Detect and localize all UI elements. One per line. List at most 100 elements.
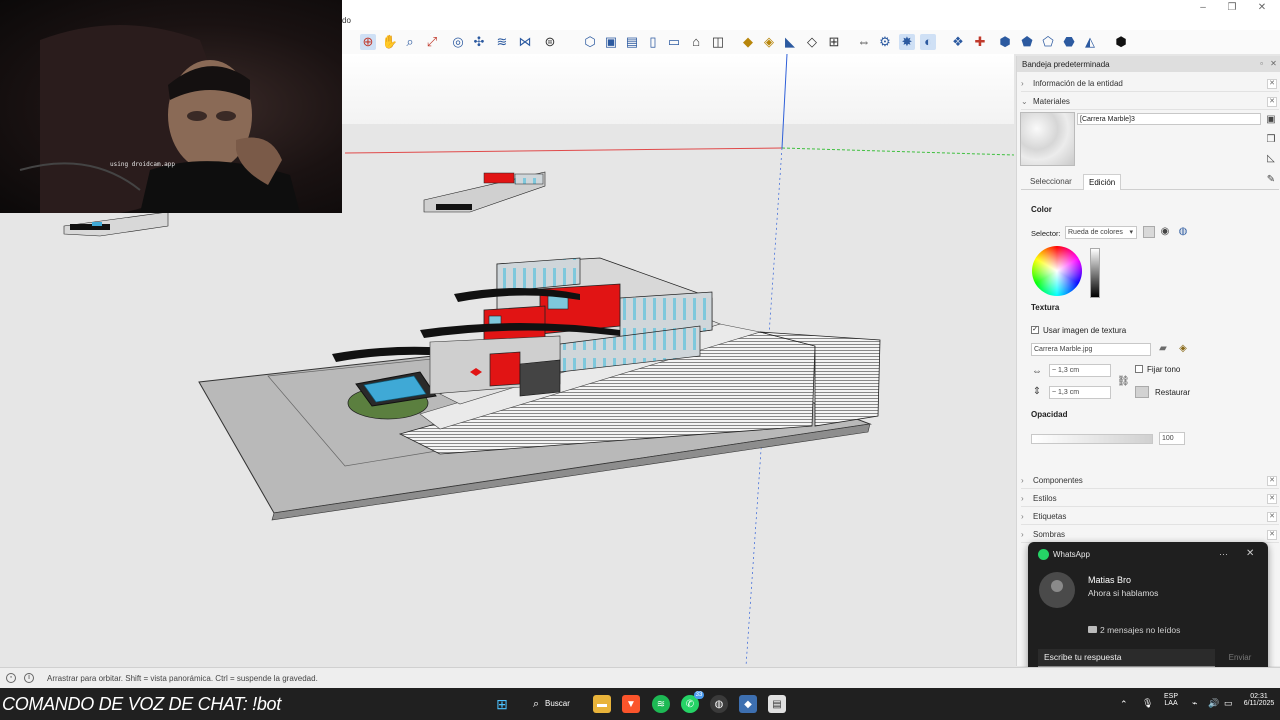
walk-icon[interactable]: ◇ bbox=[804, 34, 820, 50]
texture-width-field[interactable]: ~ 1,3 cm bbox=[1049, 364, 1111, 377]
create-material-icon[interactable]: ❒ bbox=[1265, 134, 1277, 146]
close-icon[interactable]: ✕ bbox=[1267, 511, 1277, 522]
position-camera-icon[interactable]: ⇔ bbox=[856, 34, 872, 50]
look-around-icon[interactable]: ⊞ bbox=[826, 34, 842, 50]
color-picker-select[interactable]: Rueda de colores ▾ bbox=[1065, 226, 1137, 239]
extension-warehouse-icon[interactable]: ✸ bbox=[899, 34, 915, 50]
brave-browser-icon[interactable]: ▼ bbox=[622, 695, 640, 713]
reply-input[interactable]: Escribe tu respuesta bbox=[1038, 649, 1215, 667]
tags-section[interactable]: › Etiquetas ✕ bbox=[1021, 509, 1279, 525]
edit-texture-icon[interactable]: ◈ bbox=[1177, 343, 1189, 355]
spotify-icon[interactable]: ≋ bbox=[652, 695, 670, 713]
entity-info-section[interactable]: › Información de la entidad ✕ bbox=[1021, 76, 1279, 92]
use-texture-checkbox[interactable]: ✓ bbox=[1031, 326, 1039, 334]
link-aspect-icon[interactable]: ⛓ bbox=[1117, 376, 1130, 388]
entity-info-label: Información de la entidad bbox=[1033, 79, 1123, 88]
zoom-extents-icon[interactable]: ⤢ bbox=[424, 34, 440, 50]
warehouse-icon[interactable]: ⊜ bbox=[542, 34, 558, 50]
file-explorer-icon[interactable]: ▬ bbox=[593, 695, 611, 713]
sample-paint-icon[interactable]: ◺ bbox=[1265, 153, 1277, 165]
minimize-icon[interactable]: – bbox=[1188, 0, 1218, 14]
protractor-icon[interactable]: ◣ bbox=[782, 34, 798, 50]
pin-icon[interactable]: ▫ bbox=[1257, 59, 1266, 68]
opacity-value-field[interactable]: 100 bbox=[1159, 432, 1185, 445]
components-section[interactable]: › Componentes ✕ bbox=[1021, 473, 1279, 489]
dynamic-component-icon[interactable]: ❖ bbox=[950, 34, 966, 50]
paint-bucket-icon[interactable]: ◆ bbox=[740, 34, 756, 50]
material-name-field[interactable]: [Carrera Marble]3 bbox=[1077, 113, 1261, 125]
ruby-icon[interactable]: ◐ bbox=[920, 34, 936, 50]
follow-me-icon[interactable]: ⬟ bbox=[1019, 34, 1035, 50]
restore-icon[interactable]: ❐ bbox=[1217, 0, 1247, 14]
layers-icon[interactable]: ≋ bbox=[494, 34, 510, 50]
pan-icon[interactable]: ✋ bbox=[382, 34, 398, 50]
close-icon[interactable]: ✕ bbox=[1267, 493, 1277, 504]
tape-measure-icon[interactable]: ◈ bbox=[761, 34, 777, 50]
push-pull-icon[interactable]: ⬢ bbox=[997, 34, 1013, 50]
extension-icon[interactable]: ⚙ bbox=[877, 34, 893, 50]
scale-icon[interactable]: ✚ bbox=[972, 34, 988, 50]
language-indicator[interactable]: ESP LAA bbox=[1164, 693, 1178, 707]
zoom-icon[interactable]: ⌕ bbox=[402, 34, 418, 50]
microphone-icon[interactable]: 🎙 bbox=[1142, 698, 1153, 709]
match-screen-color-icon[interactable]: ◍ bbox=[1177, 226, 1189, 238]
close-icon[interactable]: ✕ bbox=[1267, 475, 1277, 486]
message-preview: Ahora si hablamos bbox=[1088, 588, 1159, 598]
close-icon[interactable]: ✕ bbox=[1267, 529, 1277, 540]
sketchup-logo-icon[interactable]: ⬢ bbox=[1113, 34, 1129, 50]
color-wheel[interactable] bbox=[1032, 246, 1082, 296]
geolocation-icon[interactable]: ◦ bbox=[6, 673, 16, 683]
view-left-icon[interactable]: ⌂ bbox=[688, 34, 704, 50]
notepad-icon[interactable]: ▤ bbox=[768, 695, 786, 713]
opacity-slider[interactable] bbox=[1031, 434, 1153, 444]
view-iso-icon[interactable]: ⬡ bbox=[582, 34, 598, 50]
obs-icon[interactable]: ◍ bbox=[710, 695, 728, 713]
materials-section[interactable]: ⌄ Materiales ✕ bbox=[1021, 94, 1279, 110]
current-color-swatch[interactable] bbox=[1143, 226, 1155, 238]
shadows-section[interactable]: › Sombras ✕ bbox=[1021, 527, 1279, 543]
view-front-icon[interactable]: ▤ bbox=[624, 34, 640, 50]
menu-fragment[interactable]: do bbox=[342, 16, 351, 25]
close-icon[interactable]: ✕ bbox=[1247, 0, 1277, 14]
browse-folder-icon[interactable]: ▰ bbox=[1157, 343, 1169, 355]
rotate-icon[interactable]: ◭ bbox=[1082, 34, 1098, 50]
network-icon[interactable]: ⌁ bbox=[1192, 698, 1197, 709]
battery-icon[interactable]: ▭ bbox=[1224, 698, 1233, 709]
search-button[interactable]: Buscar bbox=[525, 694, 581, 714]
section-plane-icon[interactable]: ◫ bbox=[710, 34, 726, 50]
info-icon[interactable]: i bbox=[24, 673, 34, 683]
main-toolbar: ⊕ ✋ ⌕ ⤢ ◎ ✣ ≋ ⋈ ⊜ ⬡ ▣ ▤ ▯ ▭ ⌂ ◫ ◆ ◈ ◣ ◇ … bbox=[340, 30, 1280, 54]
more-options-icon[interactable]: ··· bbox=[1219, 549, 1228, 559]
component-icon[interactable]: ◎ bbox=[450, 34, 466, 50]
orbit-icon[interactable]: ⊕ bbox=[360, 34, 376, 50]
sandbox-icon[interactable]: ⋈ bbox=[517, 34, 533, 50]
move-icon[interactable]: ⬣ bbox=[1061, 34, 1077, 50]
close-icon[interactable]: ✕ bbox=[1267, 78, 1277, 89]
close-icon[interactable]: ✕ bbox=[1267, 96, 1277, 107]
send-button[interactable]: Enviar bbox=[1221, 649, 1259, 667]
solid-tools-icon[interactable]: ✣ bbox=[471, 34, 487, 50]
volume-icon[interactable]: 🔊 bbox=[1208, 698, 1219, 709]
tray-close-icon[interactable]: ✕ bbox=[1269, 59, 1278, 68]
tab-edit[interactable]: Edición bbox=[1083, 174, 1122, 190]
eyedropper-icon[interactable]: ✎ bbox=[1265, 174, 1277, 186]
show-hidden-icons-icon[interactable]: ⌃ bbox=[1120, 699, 1128, 710]
match-model-color-icon[interactable]: ◉ bbox=[1159, 226, 1171, 238]
whatsapp-notification[interactable]: WhatsApp ··· ✕ Matias Bro Ahora si habla… bbox=[1028, 542, 1268, 677]
close-icon[interactable]: ✕ bbox=[1246, 548, 1254, 559]
clock[interactable]: 02:31 6/11/2025 bbox=[1240, 693, 1278, 707]
view-right-icon[interactable]: ▯ bbox=[645, 34, 661, 50]
lock-icon[interactable]: ▣ bbox=[1265, 114, 1277, 126]
offset-icon[interactable]: ⬠ bbox=[1040, 34, 1056, 50]
start-icon[interactable]: ⊞ bbox=[493, 695, 511, 713]
colorize-checkbox[interactable] bbox=[1135, 365, 1143, 373]
brightness-slider[interactable] bbox=[1090, 248, 1100, 298]
sketchup-taskbar-icon[interactable]: ◆ bbox=[739, 695, 757, 713]
view-back-icon[interactable]: ▭ bbox=[666, 34, 682, 50]
restore-color-swatch[interactable] bbox=[1135, 386, 1149, 398]
texture-file-field[interactable]: Carrera Marble.jpg bbox=[1031, 343, 1151, 356]
view-top-icon[interactable]: ▣ bbox=[603, 34, 619, 50]
styles-section[interactable]: › Estilos ✕ bbox=[1021, 491, 1279, 507]
texture-height-field[interactable]: ~ 1,3 cm bbox=[1049, 386, 1111, 399]
tab-select[interactable]: Seleccionar bbox=[1025, 174, 1077, 190]
